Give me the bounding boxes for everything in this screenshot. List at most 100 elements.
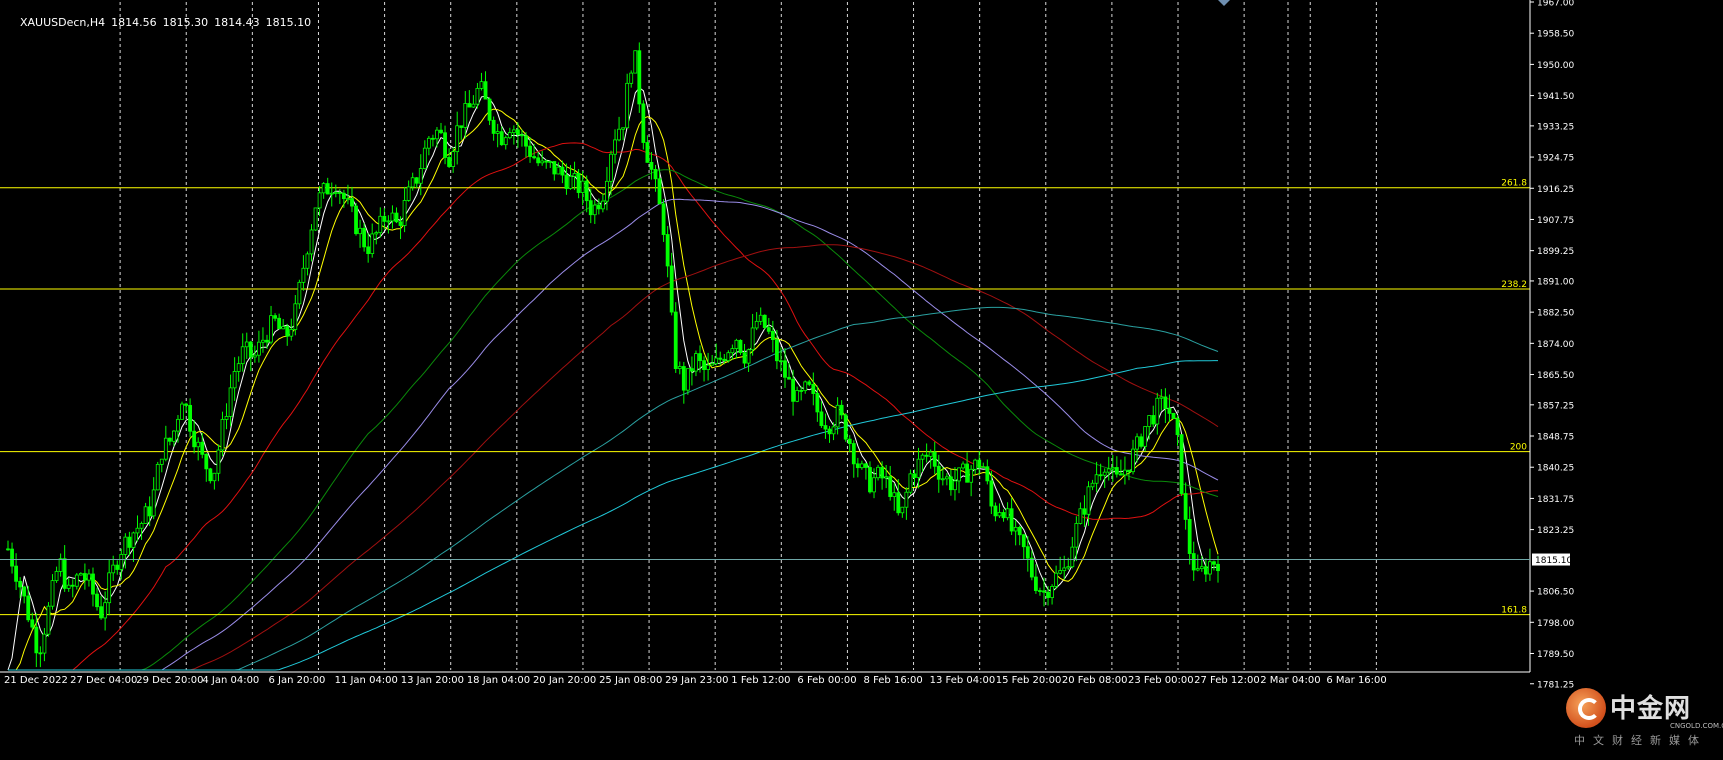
candle-body — [924, 454, 929, 457]
candle-body — [467, 103, 472, 108]
candle-body — [637, 50, 642, 105]
candle-body — [119, 554, 124, 570]
time-axis-label: 20 Jan 20:00 — [533, 675, 596, 686]
candle-body — [451, 151, 456, 167]
candle-body — [690, 368, 694, 372]
low-value: 1814.43 — [214, 16, 260, 29]
candle-body — [74, 574, 79, 587]
candle-body — [269, 315, 273, 343]
candle-body — [366, 246, 371, 254]
candle-body — [42, 633, 47, 654]
candle-body — [38, 652, 43, 655]
candle-body — [1001, 512, 1006, 519]
candle-body — [1163, 396, 1168, 409]
time-axis-label: 15 Feb 20:00 — [996, 675, 1062, 686]
candle-body — [536, 157, 541, 164]
candle-body — [750, 327, 755, 351]
candle-body — [872, 477, 876, 493]
candle-body — [184, 403, 188, 406]
candle-body — [491, 119, 496, 134]
close-value: 1815.10 — [265, 16, 312, 29]
candle-body — [1094, 474, 1099, 484]
time-axis-label: 1 Feb 12:00 — [731, 675, 790, 686]
candle-body — [443, 132, 447, 158]
candle-body — [795, 390, 800, 402]
candle-body — [188, 404, 193, 432]
candle-body — [143, 506, 148, 524]
fib-level-label: 238.2 — [1501, 280, 1527, 290]
candle-body — [374, 232, 379, 235]
candle-body — [273, 315, 277, 319]
candle-body — [487, 98, 492, 121]
candle-body — [698, 353, 702, 362]
candle-body — [1046, 591, 1050, 598]
candle-body — [293, 303, 298, 330]
candle-body — [26, 595, 31, 621]
candle-body — [1183, 493, 1188, 520]
candle-body — [722, 358, 727, 361]
candle-body — [997, 512, 1002, 517]
candle-body — [592, 204, 597, 216]
candle-body — [819, 411, 824, 426]
time-axis-label: 29 Jan 23:00 — [665, 675, 728, 686]
candle-body — [1082, 508, 1087, 515]
candle-body — [511, 129, 516, 133]
chart-canvas[interactable]: 261.8 238.2 200 161.8 1967.00 1958.50 1950.00… — [0, 0, 1723, 756]
candle-body — [410, 177, 415, 188]
candle-body — [78, 573, 83, 576]
candle-body — [774, 339, 779, 362]
candle-body — [1147, 415, 1152, 427]
price-chart[interactable]: 261.8 238.2 200 161.8 1967.00 1958.50 1950.00… — [0, 0, 1723, 756]
price-tick-label: 1798.00 — [1537, 619, 1574, 629]
candle-body — [34, 626, 39, 654]
candle-body — [1203, 566, 1208, 575]
candle-body — [70, 584, 75, 587]
candle-body — [855, 463, 860, 469]
candle-body — [702, 360, 706, 370]
candle-body — [653, 168, 658, 180]
candle-body — [87, 573, 91, 581]
candle-body — [718, 357, 723, 360]
candle-body — [916, 458, 921, 478]
open-value: 1814.56 — [111, 16, 157, 29]
candle-body — [520, 134, 524, 137]
candle-body — [584, 180, 589, 202]
candle-body — [1017, 526, 1022, 536]
candle-body — [851, 443, 856, 465]
candle-body — [111, 564, 116, 574]
candle-body — [426, 137, 431, 149]
candle-body — [1171, 412, 1176, 419]
candle-body — [843, 414, 848, 440]
candle-body — [859, 463, 864, 469]
candle-body — [953, 480, 957, 491]
price-tick-label: 1806.50 — [1537, 588, 1574, 598]
price-tick-label: 1840.25 — [1537, 464, 1574, 474]
candle-body — [1131, 448, 1135, 473]
candle-body — [236, 363, 241, 372]
candle-body — [548, 161, 553, 163]
candle-body — [309, 229, 314, 255]
candle-body — [1208, 561, 1212, 575]
time-axis-label: 29 Dec 20:00 — [136, 675, 203, 686]
candle-body — [961, 463, 965, 469]
candle-body — [1005, 508, 1010, 519]
candle-body — [503, 137, 508, 146]
price-tick-label: 1831.75 — [1537, 495, 1574, 505]
candle-body — [475, 88, 480, 105]
price-tick-label: 1865.50 — [1537, 371, 1574, 381]
candle-body — [880, 466, 885, 479]
candle-body — [333, 192, 338, 194]
candle-body — [281, 326, 286, 330]
candle-body — [1175, 418, 1180, 436]
price-tick-label: 1916.25 — [1537, 185, 1574, 195]
candle-body — [1042, 590, 1046, 593]
candle-body — [685, 368, 690, 391]
candle-body — [803, 381, 808, 392]
candle-body — [463, 103, 468, 128]
candle-body — [1135, 436, 1139, 450]
time-axis-label: 23 Feb 00:00 — [1128, 675, 1194, 686]
candle-body — [1070, 546, 1075, 568]
candle-body — [1195, 568, 1200, 571]
candle-body — [1090, 482, 1095, 488]
time-axis-label: 2 Mar 04:00 — [1260, 675, 1320, 686]
